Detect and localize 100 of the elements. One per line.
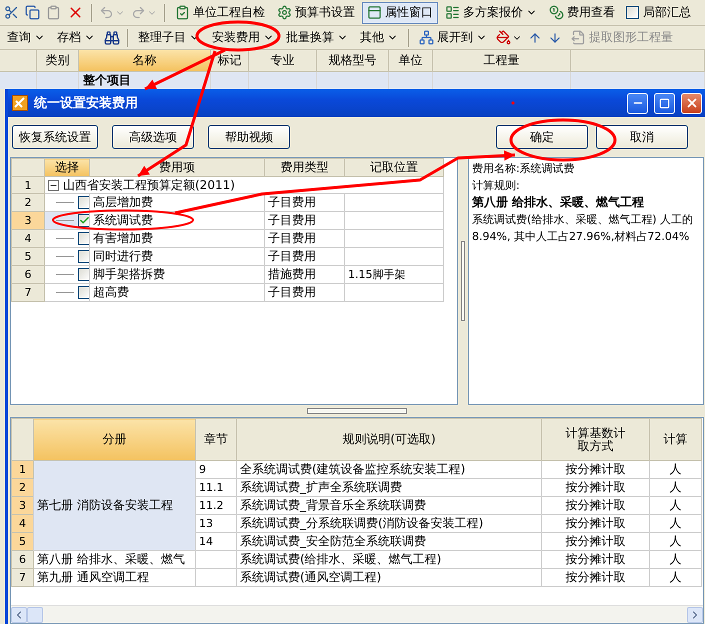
collapse-icon[interactable] [48, 180, 59, 190]
table-cell: 人 [650, 532, 702, 550]
row-number: 2 [12, 194, 44, 212]
table-cell: 系统调试费_扩声全系统联调费 [236, 478, 542, 496]
table-cell: 人 [650, 460, 702, 478]
maximize-icon [659, 98, 670, 108]
table-cell: 按分摊计取 [542, 460, 650, 478]
table-cell: 系统调试费(给排水、采暖、燃气工程) [236, 550, 542, 568]
row-number: 4 [12, 230, 44, 248]
row-number: 5 [12, 248, 44, 266]
corner-header [12, 418, 34, 460]
scroll-thumb[interactable] [27, 606, 43, 622]
column-header[interactable]: 名称 [79, 50, 211, 72]
checkbox-label: 局部汇总 [643, 4, 691, 21]
toolbar-button[interactable]: 整理子目 [133, 26, 205, 48]
column-header: 选择 [44, 158, 90, 176]
toolbar-button[interactable]: 单位工程自检 [170, 2, 270, 24]
table-cell [317, 72, 389, 89]
table-cell [249, 72, 317, 89]
dialog-button[interactable]: 恢复系统设置 [12, 125, 98, 149]
table-cell: 按分摊计取 [542, 568, 650, 586]
toolbar-button[interactable]: 预算书设置 [272, 2, 360, 24]
list-icon [445, 5, 460, 20]
toolbar-button[interactable]: 存档 [52, 26, 100, 48]
ok-button[interactable]: 确定 [496, 125, 588, 149]
row-number: 7 [12, 568, 34, 586]
coins-icon [549, 5, 564, 20]
splitter-handle[interactable] [307, 408, 407, 414]
checkbox[interactable] [78, 214, 88, 227]
window-icon [367, 5, 382, 20]
checklist-icon [175, 5, 190, 20]
toolbar-button[interactable]: 多方案报价 [440, 2, 542, 24]
table-cell [37, 72, 79, 89]
table-cell: 13 [196, 514, 236, 532]
cancel-button[interactable]: 取消 [596, 125, 688, 149]
dialog-button[interactable]: 高级选项 [112, 125, 194, 149]
table-cell: 超高费 [90, 284, 264, 302]
toolbar-button[interactable]: 安装费用 [207, 26, 279, 48]
checkbox[interactable] [78, 196, 88, 209]
table-cell: 脚手架搭拆费 [90, 266, 264, 284]
check-icon [79, 215, 88, 226]
toolbar-button[interactable]: 其他 [355, 26, 403, 48]
table-cell [389, 72, 433, 89]
row-number: 6 [12, 550, 34, 568]
table-cell [211, 72, 249, 89]
scroll-left-button[interactable] [11, 606, 27, 622]
app-icon [12, 95, 28, 111]
scroll-right-button[interactable] [687, 606, 703, 622]
column-header: 章节 [196, 418, 236, 460]
toolbar-button[interactable]: 费用查看 [544, 2, 620, 24]
table-cell: 系统调试费 [90, 212, 264, 230]
checkbox[interactable] [78, 232, 88, 245]
table-cell: 人 [650, 568, 702, 586]
maximize-button[interactable] [654, 92, 675, 114]
column-header[interactable]: 规格型号 [317, 50, 389, 72]
table-cell: 按分摊计取 [542, 514, 650, 532]
column-header[interactable]: 专业 [249, 50, 317, 72]
checkbox[interactable] [78, 268, 88, 281]
splitter-handle[interactable] [461, 241, 465, 321]
table-cell: 系统调试费_背景音乐全系统联调费 [236, 496, 542, 514]
detail-text: 系统调试费(给排水、采暖、燃气工程) 人工的8.94%, 其中人工占27.96%,材料占72.04% [472, 212, 694, 245]
table-cell: 子目费用 [264, 194, 344, 212]
annotation-dot [512, 102, 514, 104]
checkbox[interactable] [78, 286, 88, 299]
table-cell: 子目费用 [264, 212, 344, 230]
toolbar-button[interactable]: 属性窗口 [362, 2, 438, 24]
row-number: 7 [12, 284, 44, 302]
toolbar-button[interactable]: 展开到 [414, 26, 492, 48]
table-cell: 14 [196, 532, 236, 550]
row-number: 3 [12, 212, 44, 230]
gear-icon [277, 5, 292, 20]
dialog-button[interactable]: 帮助视频 [208, 125, 290, 149]
table-cell: 整个项目 [79, 72, 211, 89]
toolbar-button[interactable]: 查询 [2, 26, 50, 48]
table-cell [0, 72, 37, 89]
table-cell: 1.15脚手架 [344, 266, 444, 284]
table-cell: 系统调试费_分系统联调费(消防设备安装工程) [236, 514, 542, 532]
table-cell: 人 [650, 478, 702, 496]
table-cell: 人 [650, 496, 702, 514]
table-cell: 子目费用 [264, 248, 344, 266]
table-cell: 第七册 消防设备安装工程 [34, 460, 196, 550]
toolbar-button[interactable]: 批量换算 [281, 26, 353, 48]
column-header[interactable]: 类别 [37, 50, 79, 72]
minimize-button[interactable] [627, 92, 648, 114]
close-button[interactable] [681, 92, 702, 114]
table-cell: 措施费用 [264, 266, 344, 284]
table-cell: 11.1 [196, 478, 236, 496]
tree-node-label: 山西省安装工程预算定额(2011) [63, 178, 235, 192]
column-header[interactable]: 工程量 [433, 50, 571, 72]
copy-icon[interactable] [23, 3, 42, 22]
column-header: 分册 [34, 418, 196, 460]
checkbox[interactable] [78, 250, 88, 263]
column-header: 记取位置 [344, 158, 444, 176]
row-number: 3 [12, 496, 34, 514]
checkbox[interactable] [626, 6, 639, 19]
horizontal-scrollbar[interactable] [11, 605, 703, 623]
column-header[interactable]: 单位 [389, 50, 433, 72]
row-number: 5 [12, 532, 34, 550]
table-cell: 按分摊计取 [542, 532, 650, 550]
table-cell: 系统调试费(通风空调工程) [236, 568, 542, 586]
